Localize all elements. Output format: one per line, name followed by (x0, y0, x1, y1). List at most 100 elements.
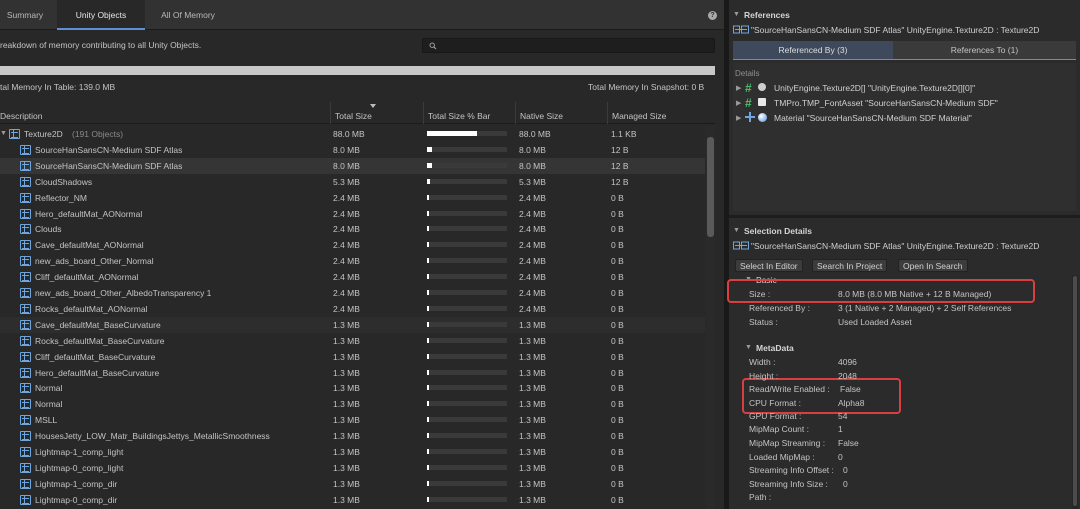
native-size: 1.3 MB (519, 351, 546, 362)
view-description: reakdown of memory contributing to all U… (0, 40, 202, 50)
expand-icon[interactable]: ▶ (736, 84, 741, 92)
table-row[interactable]: Rocks_defaultMat_AONormal 2.4 MB 2.4 MB 0 B (0, 301, 705, 317)
size-bar-track (427, 162, 507, 168)
table-scrollbar-thumb[interactable] (707, 137, 714, 237)
table-row[interactable]: new_ads_board_Other_AlbedoTransparency 1… (0, 285, 705, 301)
table-row[interactable]: Cave_defaultMat_BaseCurvature 1.3 MB 1.3 M… (0, 316, 705, 333)
object-name: Cliff_defaultMat_BaseCurvature (35, 351, 156, 362)
metadata-key: Streaming Info Offset : (749, 465, 834, 475)
native-size: 2.4 MB (519, 272, 546, 283)
managed-size: 0 B (611, 224, 624, 235)
table-row[interactable]: Lightmap-1_comp_light 1.3 MB 1.3 MB 0 B (0, 444, 705, 460)
table-row[interactable]: HousesJetty_LOW_Matr_BuildingsJettys_Met… (0, 428, 705, 444)
native-size: 5.3 MB (519, 176, 546, 187)
size-bar-fill (427, 162, 432, 168)
managed-size: 0 B (611, 431, 624, 442)
table-row[interactable]: Normal 1.3 MB 1.3 MB 0 B (0, 396, 705, 412)
column-description[interactable]: Description (0, 102, 330, 124)
size-bar-track (427, 321, 507, 327)
metadata-key: GPU Format : (749, 411, 802, 421)
table-row[interactable]: Lightmap-1_comp_dir 1.3 MB 1.3 MB 0 B (0, 476, 705, 492)
table-row[interactable]: Hero_defaultMat_BaseCurvature 1.3 MB 1.3 M… (0, 365, 705, 381)
tab-referenced-by[interactable]: Referenced By (3) (733, 41, 893, 59)
help-icon[interactable]: ? (708, 11, 717, 20)
size-bar-fill (427, 305, 429, 311)
table-row[interactable]: Cliff_defaultMat_BaseCurvature 1.3 MB 1.3 … (0, 349, 705, 365)
column-total-size[interactable]: Total Size (330, 102, 423, 124)
size-bar-track (427, 242, 507, 248)
managed-size: 0 B (611, 319, 624, 330)
expand-icon[interactable]: ▶ (736, 99, 741, 107)
total-size: 1.3 MB (333, 494, 360, 505)
open-in-search-button[interactable]: Open In Search (898, 259, 968, 272)
metadata-value: 2048 (838, 371, 857, 381)
managed-size: 0 B (611, 478, 624, 489)
total-size: 2.4 MB (333, 208, 360, 219)
column-total-size-bar[interactable]: Total Size % Bar (423, 102, 515, 124)
select-in-editor-button[interactable]: Select In Editor (735, 259, 803, 272)
column-native-size[interactable]: Native Size (515, 102, 607, 124)
managed-size: 12 B (611, 176, 629, 187)
table-row[interactable]: Normal 1.3 MB 1.3 MB 0 B (0, 380, 705, 396)
table-row[interactable]: Cave_defaultMat_AONormal 2.4 MB 2.4 MB 0 B (0, 237, 705, 253)
tab-references-to[interactable]: References To (1) (893, 41, 1076, 59)
details-scrollbar-thumb[interactable] (1073, 276, 1077, 506)
tab-unity-objects[interactable]: Unity Objects (57, 0, 145, 30)
table-row[interactable]: Lightmap-0_comp_dir 1.3 MB 1.3 MB 0 B (0, 492, 705, 508)
object-name: HousesJetty_LOW_Matr_BuildingsJettys_Met… (35, 431, 270, 442)
managed-size: 0 B (611, 351, 624, 362)
table-row[interactable]: Hero_defaultMat_AONormal 2.4 MB 2.4 MB 0 B (0, 206, 705, 222)
highlight-size-box (727, 279, 1035, 303)
texture-icon (20, 431, 31, 442)
table-row[interactable]: Reflector_NM 2.4 MB 2.4 MB 0 B (0, 190, 705, 206)
expand-icon[interactable]: ▶ (736, 114, 741, 122)
metadata-value: 54 (838, 411, 848, 421)
size-bar-track (427, 449, 507, 454)
search-in-project-button[interactable]: Search In Project (812, 259, 888, 272)
table-row[interactable]: SourceHanSansCN-Medium SDF Atlas 8.0 MB 8.… (0, 157, 705, 174)
object-name: MSLL (35, 415, 58, 426)
table-row[interactable]: Rocks_defaultMat_BaseCurvature 1.3 MB 1.3 … (0, 333, 705, 349)
references-collapse-icon[interactable]: ▼ (733, 11, 740, 18)
total-size: 1.3 MB (333, 447, 360, 457)
table-row[interactable]: Lightmap-0_comp_light 1.3 MB 1.3 MB 0 B (0, 460, 705, 476)
total-size: 2.4 MB (333, 272, 360, 283)
managed-size: 0 B (611, 256, 624, 267)
table-row[interactable]: Clouds 2.4 MB 2.4 MB 0 B (0, 221, 705, 237)
texture-icon (20, 335, 31, 346)
selection-collapse-icon[interactable]: ▼ (733, 227, 740, 234)
total-size: 1.3 MB (333, 431, 360, 442)
managed-size: 1.1 KB (611, 129, 637, 139)
table-row[interactable]: SourceHanSansCN-Medium SDF Atlas 8.0 MB 8.… (0, 142, 705, 158)
group-row-texture2d[interactable]: ▼ Texture2D (191 Objects) 88.0 MB 88.0 MB 1.1… (0, 126, 705, 142)
group-collapse-icon[interactable]: ▼ (0, 126, 7, 142)
size-bar-fill (427, 369, 429, 375)
tab-summary[interactable]: Summary (0, 0, 50, 30)
object-name: SourceHanSansCN-Medium SDF Atlas (35, 160, 183, 171)
metadata-value: 0 (838, 452, 843, 462)
column-managed-size[interactable]: Managed Size (607, 102, 715, 124)
metadata-value: False (838, 438, 859, 448)
total-size: 8.0 MB (333, 144, 360, 155)
metadata-collapse-icon[interactable]: ▼ (745, 344, 752, 351)
size-bar-fill (427, 146, 432, 152)
reference-item[interactable]: UnityEngine.Texture2D[] "UnityEngine.Tex… (774, 83, 975, 93)
referenced-by-key: Referenced By : (749, 303, 810, 313)
total-size: 1.3 MB (333, 367, 360, 378)
tab-all-of-memory[interactable]: All Of Memory (150, 0, 226, 30)
table-row[interactable]: CloudShadows 5.3 MB 5.3 MB 12 B (0, 174, 705, 190)
unity-objects-panel: Summary Unity Objects All Of Memory ? re… (0, 0, 725, 509)
size-bar-fill (427, 242, 429, 248)
table-row[interactable]: new_ads_board_Other_Normal 2.4 MB 2.4 MB 0 … (0, 253, 705, 269)
total-size: 2.4 MB (333, 192, 360, 203)
table-row[interactable]: Cliff_defaultMat_AONormal 2.4 MB 2.4 MB 0 B (0, 269, 705, 285)
table-row[interactable]: MSLL 1.3 MB 1.3 MB 0 B (0, 412, 705, 428)
native-size: 2.4 MB (519, 240, 546, 251)
native-size: 88.0 MB (519, 129, 551, 139)
search-input[interactable] (422, 38, 715, 53)
metadata-key: MipMap Streaming : (749, 438, 826, 448)
reference-item[interactable]: Material "SourceHanSansCN-Medium SDF Mat… (774, 113, 972, 123)
object-name: Hero_defaultMat_AONormal (35, 208, 143, 219)
reference-item[interactable]: TMPro.TMP_FontAsset "SourceHanSansCN-Med… (774, 98, 998, 108)
total-size: 1.3 MB (333, 335, 360, 346)
